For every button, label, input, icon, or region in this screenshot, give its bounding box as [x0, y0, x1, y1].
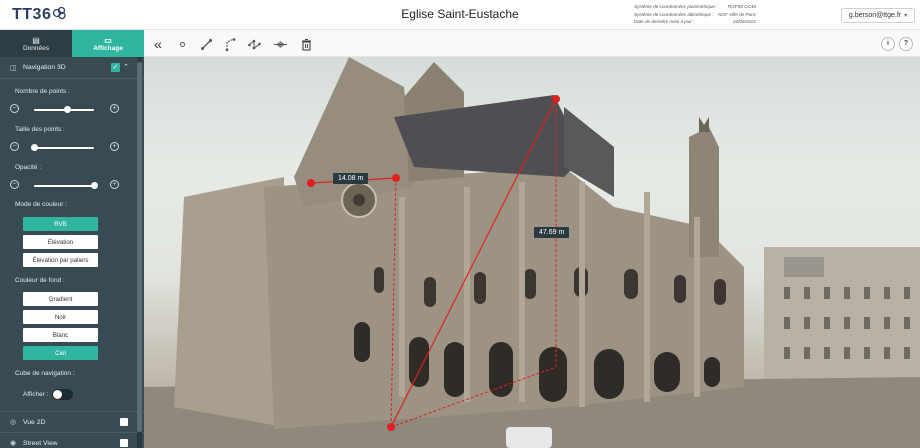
minus-icon[interactable]: − [10, 104, 19, 113]
point-size-slider[interactable]: − + [10, 142, 119, 154]
point-size-label: Taille des points : [15, 126, 65, 133]
sidebar-tabs: ▤ Données ▭ Affichage [0, 30, 144, 57]
measure-point[interactable] [387, 423, 395, 431]
map-icon: ◎ [10, 419, 17, 426]
measure-point[interactable] [307, 179, 315, 187]
show-label: Afficher : [23, 391, 49, 398]
measure-toolbar: « i ? [144, 30, 920, 57]
coord-label: Système de coordonnées planimétrique : [634, 4, 718, 9]
nav-cube-toggle[interactable] [52, 389, 73, 400]
scrollbar-thumb[interactable] [137, 62, 142, 432]
page-title: Eglise Saint-Eustache [401, 7, 519, 21]
opacity-label: Opacité : [15, 164, 42, 171]
point-cloud-viewport[interactable]: 14.08 m 47.69 m [144, 57, 920, 448]
help-button[interactable]: ? [899, 37, 913, 51]
sidebar-item-vue-2d[interactable]: ◎ Vue 2D [0, 411, 144, 432]
section-icon[interactable] [272, 36, 288, 52]
nav-cube-label: Cube de navigation : [15, 370, 75, 377]
plus-icon[interactable]: + [110, 104, 119, 113]
sidebar-item-label: Street View [23, 439, 58, 447]
sidebar-item-street-view[interactable]: ◉ Street View [0, 432, 144, 448]
color-mode-label: Mode de couleur : [15, 201, 68, 208]
color-mode-rvb-button[interactable]: RVB [23, 217, 98, 231]
section-title: Navigation 3D [23, 64, 66, 71]
sidebar: ▤ Données ▭ Affichage ◫ Navigation 3D ✓ … [0, 30, 144, 448]
measure-label-distance: 14.08 m [333, 173, 369, 184]
background-black-button[interactable]: Noir [23, 310, 98, 324]
church-point-cloud [144, 57, 920, 448]
tab-donnees[interactable]: ▤ Données [0, 30, 72, 57]
coord-label: Système de coordonnées altimétrique : [634, 11, 714, 17]
tab-affichage[interactable]: ▭ Affichage [72, 30, 144, 57]
minus-icon[interactable]: − [10, 142, 19, 151]
background-color-label: Couleur de fond : [15, 277, 65, 284]
point-icon[interactable] [174, 36, 190, 52]
measure-label-height: 47.69 m [534, 227, 570, 238]
coord-label: Date de dernière mise à jour : [634, 19, 695, 25]
sidebar-scrollbar[interactable] [137, 57, 142, 448]
tower-cap [699, 117, 709, 132]
point-count-label: Nombre de points : [15, 88, 70, 95]
height-icon[interactable] [222, 36, 238, 52]
toggle-knob [53, 390, 62, 399]
app-logo[interactable]: TT36 [12, 5, 67, 25]
monitor-icon: ▭ [104, 35, 112, 45]
navigation-3d-checkbox[interactable]: ✓ [111, 63, 120, 72]
slider-track [34, 147, 94, 149]
color-mode-elevation-steps-button[interactable]: Élévation par paliers [23, 253, 98, 267]
coord-value: 24/06/2021 [733, 19, 756, 25]
street-view-checkbox[interactable] [120, 439, 128, 447]
slider-thumb[interactable] [90, 182, 98, 189]
measure-point[interactable] [392, 174, 400, 182]
tab-label: Données [22, 44, 50, 52]
delete-icon[interactable] [298, 36, 314, 52]
sidebar-item-label: Vue 2D [23, 418, 46, 426]
background-white-button[interactable]: Blanc [23, 328, 98, 342]
logo-cloud-icon [52, 6, 67, 25]
database-icon: ▤ [32, 35, 40, 45]
logo-text: TT36 [12, 6, 52, 23]
chevron-down-icon: ▾ [904, 13, 908, 19]
coord-value: NGF-Ville de Paris [718, 11, 756, 17]
coord-value: RGF93-CC48 [727, 4, 756, 9]
cube-icon: ◫ [10, 64, 17, 72]
street-view-icon: ◉ [10, 440, 17, 447]
plus-icon[interactable]: + [110, 142, 119, 151]
background-sky-button[interactable]: Ciel [23, 346, 98, 360]
vue-2d-checkbox[interactable] [120, 418, 128, 426]
user-email: g.berson@ttge.fr [848, 12, 902, 19]
measure-point[interactable] [552, 95, 560, 103]
rose-window-center [353, 194, 365, 206]
coordinate-system-info: Système de coordonnées planimétrique : RG… [634, 3, 756, 26]
slider-thumb[interactable] [30, 144, 38, 151]
plus-icon[interactable]: + [110, 180, 119, 189]
tab-label: Affichage [93, 44, 123, 52]
white-van [506, 427, 552, 448]
background-gradient-button[interactable]: Gradient [23, 292, 98, 306]
polyline-icon[interactable] [246, 36, 262, 52]
user-menu-button[interactable]: g.berson@ttge.fr ▾ [841, 8, 915, 23]
distance-icon[interactable] [198, 36, 214, 52]
info-button[interactable]: i [881, 37, 895, 51]
color-mode-elevation-button[interactable]: Élévation [23, 235, 98, 249]
point-count-slider[interactable]: − + [10, 104, 119, 116]
apse-tower [689, 127, 719, 257]
top-bar: TT36 Eglise Saint-Eustache Système de co… [0, 0, 920, 30]
collapse-icon[interactable]: « [150, 36, 166, 52]
background-roof [784, 257, 824, 277]
section-navigation-3d[interactable]: ◫ Navigation 3D ✓ ⌃ [0, 57, 144, 79]
opacity-slider[interactable]: − + [10, 180, 119, 192]
slider-track [34, 185, 94, 187]
chevron-up-icon[interactable]: ⌃ [123, 63, 129, 71]
slider-thumb[interactable] [63, 106, 71, 113]
minus-icon[interactable]: − [10, 180, 19, 189]
